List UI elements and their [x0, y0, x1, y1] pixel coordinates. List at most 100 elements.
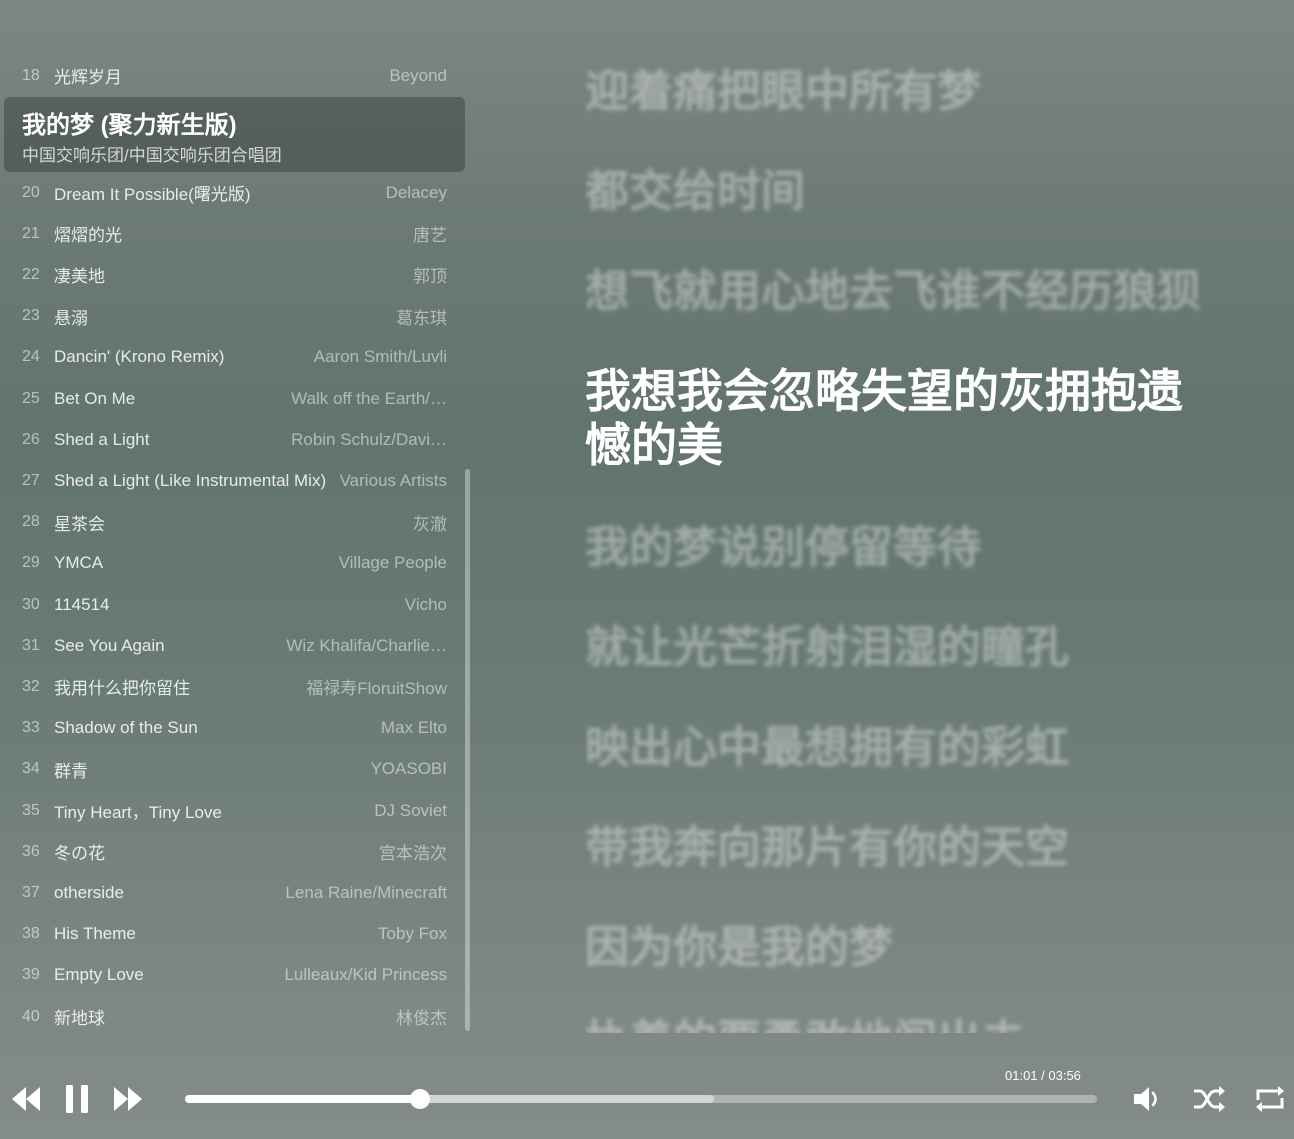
track-number: 20 [22, 183, 40, 201]
track-title: Empty Love [54, 965, 144, 985]
track-artist: 福禄寿FloruitShow [306, 679, 447, 699]
playlist-row[interactable]: 37 otherside Lena Raine/Minecraft [22, 872, 447, 913]
playlist-row[interactable]: 28 星茶会 灰澈 [22, 502, 447, 543]
track-number: 33 [22, 719, 40, 737]
lyric-line: 就让光芒折射泪湿的瞳孔 [585, 623, 1069, 672]
track-number: 21 [22, 224, 40, 242]
track-number: 37 [22, 883, 40, 901]
shuffle-icon [1194, 1086, 1225, 1112]
lyrics-panel: 迎着痛把眼中所有梦 都交给时间 想飞就用心地去飞谁不经历狼狈 我想我会忽略失望的灰拥抱… [585, 50, 1235, 1033]
track-number: 18 [22, 66, 40, 84]
playlist-row[interactable]: 27 Shed a Light (Like Instrumental Mix) Va… [22, 460, 447, 501]
track-artist: Lena Raine/Minecraft [285, 882, 447, 902]
track-artist: 灰澈 [413, 514, 447, 534]
playlist-row[interactable]: 39 Empty Love Lulleaux/Kid Princess [22, 955, 447, 996]
track-number: 39 [22, 966, 40, 984]
playlist-row[interactable]: 23 悬溺 葛东琪 [22, 296, 447, 337]
playlist-row-current[interactable]: 我的梦 (聚力新生版) 中国交响乐团/中国交响乐团合唱团 [4, 97, 465, 172]
playlist-row[interactable]: 18 光辉岁月 Beyond [22, 55, 447, 96]
track-number: 34 [22, 760, 40, 778]
progress-knob[interactable] [410, 1089, 431, 1109]
progress-bar[interactable] [185, 1089, 1097, 1109]
track-artist: Vicho [404, 594, 447, 614]
playlist-row[interactable]: 20 Dream It Possible(曙光版) Delacey [22, 172, 447, 213]
progress-fill [185, 1095, 421, 1103]
track-number: 35 [22, 801, 40, 819]
lyric-line-current: 我想我会忽略失望的灰拥抱遗憾的美 [585, 365, 1183, 471]
playlist-row[interactable]: 24 Dancin' (Krono Remix) Aaron Smith/Luvli [22, 337, 447, 378]
track-artist: Delacey [385, 182, 447, 202]
playlist-row[interactable]: 32 我用什么把你留住 福禄寿FloruitShow [22, 666, 447, 707]
track-title: Dancin' (Krono Remix) [54, 347, 225, 367]
lyric-line: 都交给时间 [585, 167, 805, 216]
track-title: Shed a Light [54, 429, 150, 449]
track-number: 40 [22, 1007, 40, 1025]
track-title: His Theme [54, 924, 136, 944]
track-title: Bet On Me [54, 388, 136, 408]
playlist-row[interactable]: 31 See You Again Wiz Khalifa/Charlie… [22, 625, 447, 666]
playlist-row[interactable]: 38 His Theme Toby Fox [22, 914, 447, 955]
track-artist: YOASOBI [370, 759, 447, 779]
volume-button[interactable] [1131, 1083, 1163, 1115]
track-artist: Beyond [389, 65, 447, 85]
playlist: 18 光辉岁月 Beyond 我的梦 (聚力新生版) 中国交响乐团/中国交响乐团合唱团 2… [0, 55, 470, 1040]
track-number: 26 [22, 430, 40, 448]
playlist-row[interactable]: 22 凄美地 郭顶 [22, 254, 447, 295]
track-artist: Toby Fox [378, 924, 447, 944]
track-artist: 唐艺 [413, 226, 447, 246]
playlist-row[interactable]: 35 Tiny Heart，Tiny Love DJ Soviet [22, 790, 447, 831]
track-title: YMCA [54, 553, 104, 573]
track-artist: Lulleaux/Kid Princess [284, 965, 447, 985]
playlist-row[interactable]: 34 群青 YOASOBI [22, 749, 447, 790]
lyric-line: 因为你是我的梦 [585, 923, 893, 972]
track-number: 28 [22, 513, 40, 531]
lyric-line: 执着的要勇敢地闯出去 [585, 1014, 1225, 1033]
pause-icon [66, 1085, 88, 1113]
track-title: See You Again [54, 635, 165, 655]
repeat-icon [1256, 1086, 1284, 1112]
time-display: 01:01 / 03:56 [1005, 1068, 1081, 1083]
track-number: 30 [22, 595, 40, 613]
track-number: 27 [22, 471, 40, 489]
track-artist: 葛东琪 [396, 308, 447, 328]
track-artist: Robin Schulz/Davi… [291, 429, 447, 449]
track-title: Dream It Possible(曙光版) [54, 185, 251, 204]
track-number: 32 [22, 677, 40, 695]
track-number: 22 [22, 265, 40, 283]
playlist-row[interactable]: 21 熠熠的光 唐艺 [22, 213, 447, 254]
lyric-line: 带我奔向那片有你的天空 [585, 823, 1069, 872]
track-number: 31 [22, 636, 40, 654]
next-icon [114, 1087, 142, 1111]
pause-button[interactable] [64, 1083, 90, 1115]
track-number: 29 [22, 554, 40, 572]
previous-button[interactable] [10, 1085, 42, 1113]
repeat-button[interactable] [1254, 1083, 1286, 1115]
playlist-row[interactable]: 26 Shed a Light Robin Schulz/Davi… [22, 419, 447, 460]
track-artist: Various Artists [339, 470, 447, 490]
track-artist: 林俊杰 [396, 1009, 447, 1028]
playlist-row[interactable]: 29 YMCA Village People [22, 543, 447, 584]
track-number: 38 [22, 925, 40, 943]
track-title: Shed a Light (Like Instrumental Mix) [54, 470, 327, 490]
track-artist: Wiz Khalifa/Charlie… [286, 635, 447, 655]
lyric-line: 映出心中最想拥有的彩虹 [585, 723, 1069, 772]
playlist-scrollbar[interactable] [465, 469, 470, 1031]
track-artist: Village People [338, 553, 447, 573]
shuffle-button[interactable] [1191, 1083, 1227, 1115]
lyric-line: 想飞就用心地去飞谁不经历狼狈 [585, 267, 1201, 316]
playlist-row[interactable]: 36 冬の花 宫本浩次 [22, 831, 447, 872]
track-title: 熠熠的光 [54, 226, 122, 246]
current-track-title: 我的梦 (聚力新生版) [22, 112, 237, 139]
track-artist: Aaron Smith/Luvli [313, 347, 447, 367]
playlist-row[interactable]: 40 新地球 林俊杰 [22, 996, 447, 1037]
track-title: Shadow of the Sun [54, 718, 198, 738]
track-artist: DJ Soviet [374, 800, 447, 820]
track-title: 光辉岁月 [54, 68, 122, 87]
playlist-row[interactable]: 25 Bet On Me Walk off the Earth/… [22, 378, 447, 419]
next-button[interactable] [112, 1085, 144, 1113]
playlist-row[interactable]: 33 Shadow of the Sun Max Elto [22, 708, 447, 749]
lyric-line: 我的梦说别停留等待 [585, 523, 981, 572]
playlist-row[interactable]: 30 114514 Vicho [22, 584, 447, 625]
track-number: 25 [22, 389, 40, 407]
track-title: Tiny Heart，Tiny Love [54, 803, 222, 822]
